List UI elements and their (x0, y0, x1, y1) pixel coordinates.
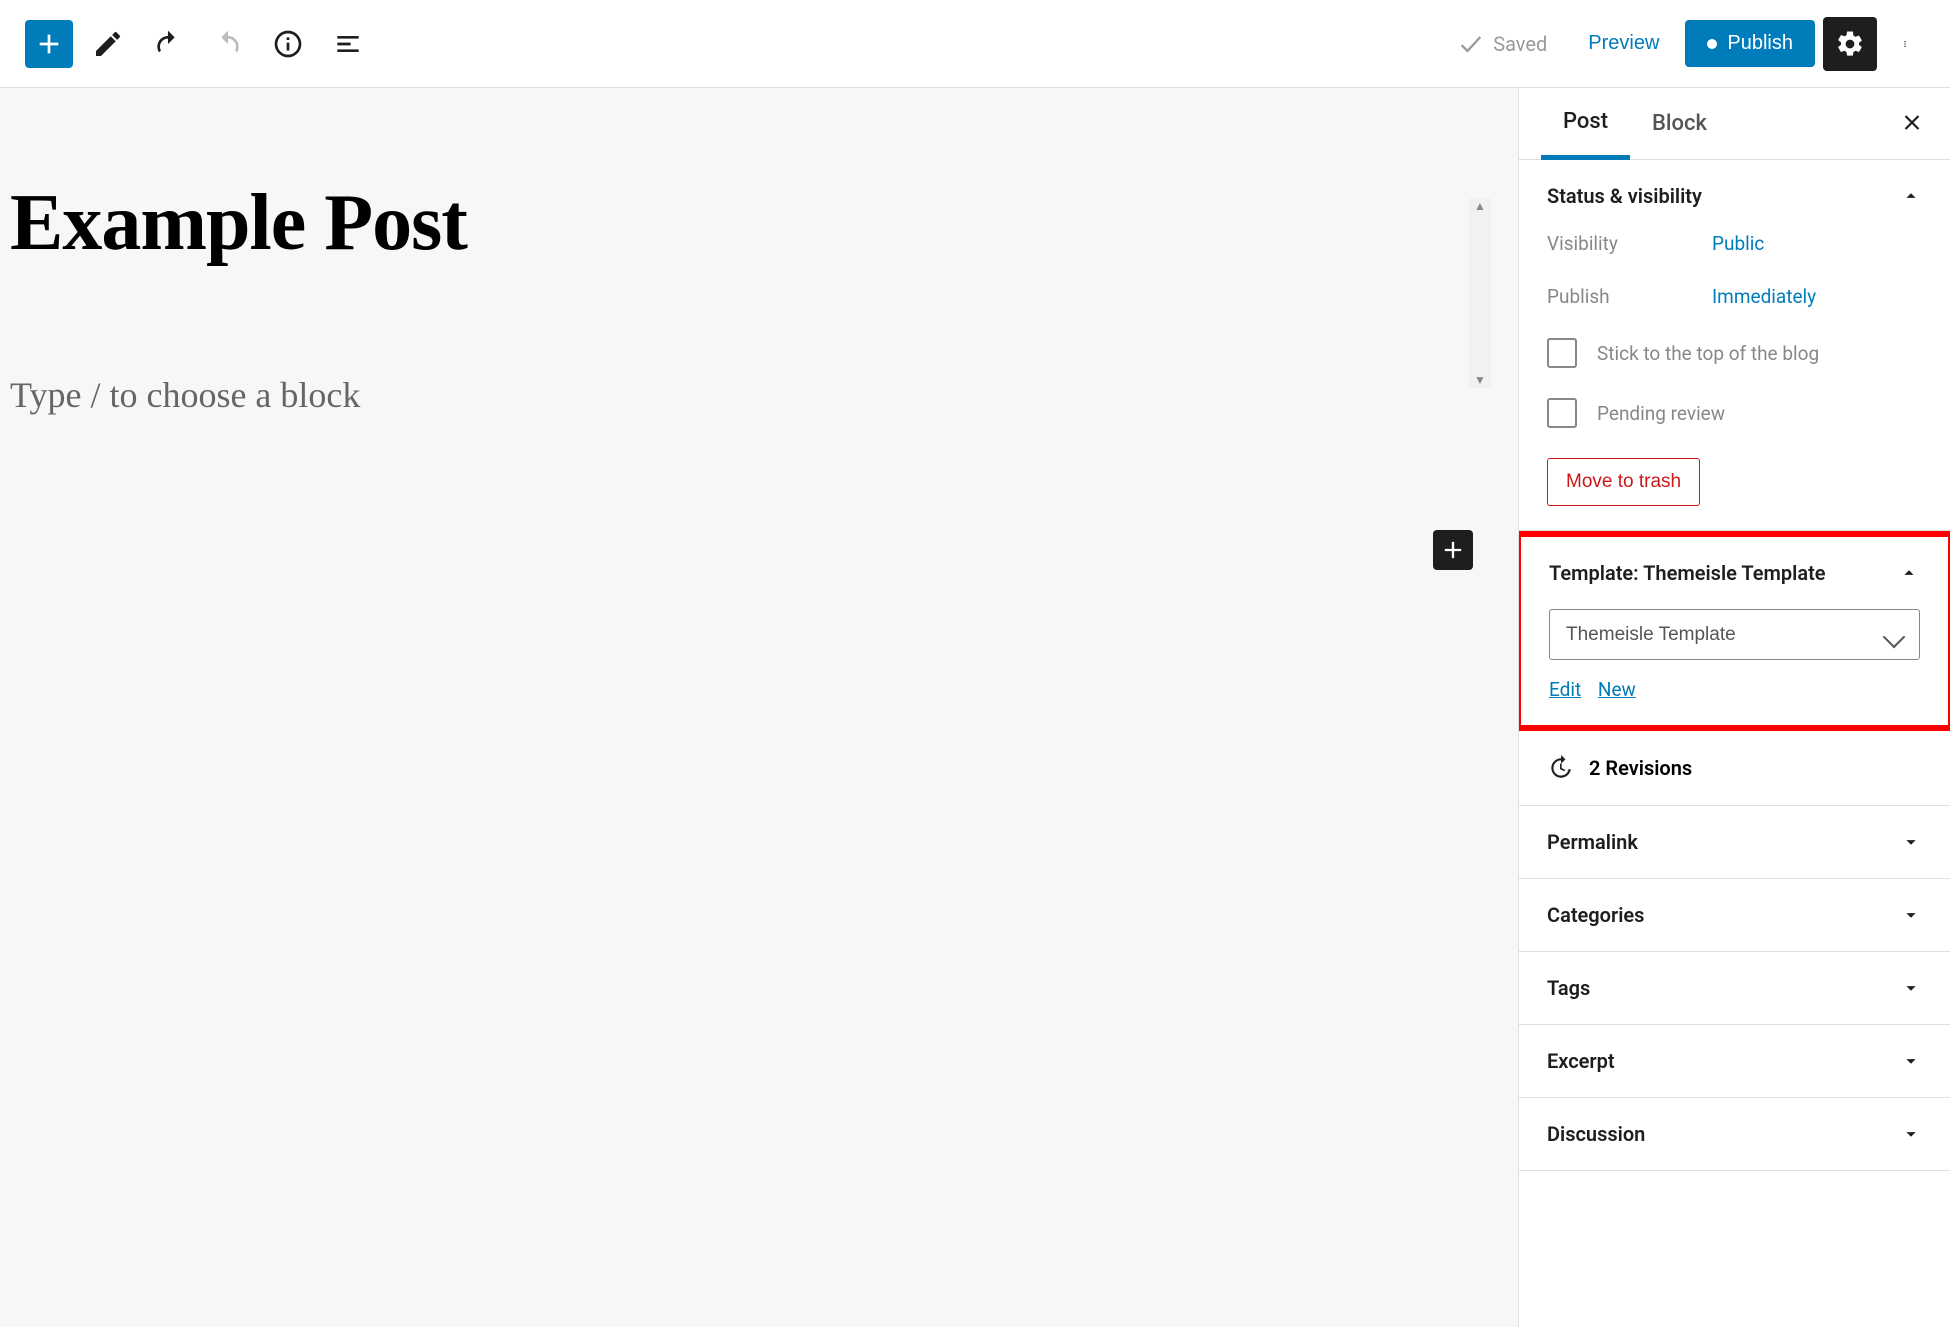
block-placeholder-text[interactable]: Type / to choose a block (10, 374, 360, 416)
panel-title: Template: Themeisle Template (1549, 561, 1826, 585)
chevron-down-icon (1900, 1050, 1922, 1072)
toolbar-right-group: Saved Preview Publish (1457, 17, 1925, 71)
publish-schedule-value[interactable]: Immediately (1712, 285, 1816, 308)
toolbar-left-group (25, 19, 373, 69)
panel-title: Status & visibility (1547, 184, 1702, 208)
pending-review-row: Pending review (1547, 398, 1922, 428)
saved-indicator: Saved (1457, 30, 1547, 58)
template-new-link[interactable]: New (1598, 678, 1636, 701)
history-icon (1547, 755, 1573, 781)
chevron-down-icon (1900, 831, 1922, 853)
preview-button[interactable]: Preview (1570, 22, 1677, 65)
panel-excerpt: Excerpt (1519, 1025, 1950, 1098)
block-placeholder-row: Type / to choose a block (0, 374, 1518, 416)
tab-post[interactable]: Post (1541, 89, 1630, 160)
panel-title: Tags (1547, 976, 1590, 1000)
pencil-icon (92, 28, 124, 60)
info-button[interactable] (263, 19, 313, 69)
template-links: Edit New (1549, 678, 1920, 701)
template-select-wrap: Themeisle Template (1549, 609, 1920, 678)
undo-icon (152, 28, 184, 60)
tab-block[interactable]: Block (1630, 88, 1729, 159)
publish-schedule-row: Publish Immediately (1547, 285, 1922, 308)
panel-categories: Categories (1519, 879, 1950, 952)
panel-title: Discussion (1547, 1122, 1645, 1146)
chevron-down-icon (1900, 904, 1922, 926)
settings-button[interactable] (1823, 17, 1877, 71)
panel-title: Categories (1547, 903, 1644, 927)
template-edit-link[interactable]: Edit (1549, 678, 1581, 701)
main-area: Example Post Type / to choose a block ▲ … (0, 88, 1950, 1327)
panel-header-permalink[interactable]: Permalink (1519, 806, 1950, 878)
panel-permalink: Permalink (1519, 806, 1950, 879)
panel-discussion: Discussion (1519, 1098, 1950, 1171)
panel-tags: Tags (1519, 952, 1950, 1025)
checkmark-icon (1457, 30, 1485, 58)
publish-schedule-label: Publish (1547, 285, 1712, 308)
info-icon (272, 28, 304, 60)
saved-label: Saved (1493, 32, 1547, 56)
editor-top-toolbar: Saved Preview Publish (0, 0, 1950, 88)
panel-title: Permalink (1547, 830, 1638, 854)
redo-icon (212, 28, 244, 60)
editor-canvas[interactable]: Example Post Type / to choose a block ▲ … (0, 88, 1518, 1327)
redo-button[interactable] (203, 19, 253, 69)
plus-icon (33, 28, 65, 60)
revisions-row[interactable]: 2 Revisions (1519, 731, 1950, 806)
pending-label: Pending review (1597, 402, 1725, 425)
chevron-down-icon (1900, 1123, 1922, 1145)
edit-mode-button[interactable] (83, 19, 133, 69)
scroll-up-arrow[interactable]: ▲ (1474, 198, 1486, 214)
add-block-button[interactable] (25, 20, 73, 68)
panel-header-status[interactable]: Status & visibility (1519, 160, 1950, 232)
publish-button[interactable]: Publish (1685, 20, 1815, 67)
panel-header-excerpt[interactable]: Excerpt (1519, 1025, 1950, 1097)
editor-scrollbar[interactable]: ▲ ▼ (1469, 198, 1491, 388)
more-options-button[interactable] (1885, 17, 1925, 71)
scroll-down-arrow[interactable]: ▼ (1474, 372, 1486, 388)
panel-header-discussion[interactable]: Discussion (1519, 1098, 1950, 1170)
pending-checkbox[interactable] (1547, 398, 1577, 428)
publish-label: Publish (1727, 32, 1793, 55)
settings-sidebar: Post Block Status & visibility Visibilit… (1518, 88, 1950, 1327)
outline-icon (332, 28, 364, 60)
stick-checkbox[interactable] (1547, 338, 1577, 368)
panel-title: Excerpt (1547, 1049, 1615, 1073)
gear-icon (1835, 29, 1865, 59)
panel-body-template: Themeisle Template Edit New (1521, 609, 1948, 725)
inline-add-block-button[interactable] (1433, 530, 1473, 570)
stick-to-top-row: Stick to the top of the blog (1547, 338, 1922, 368)
plus-icon (1439, 536, 1467, 564)
close-sidebar-button[interactable] (1899, 109, 1925, 138)
close-icon (1899, 109, 1925, 135)
post-title-input[interactable]: Example Post (10, 178, 1518, 269)
chevron-up-icon (1898, 562, 1920, 584)
panel-status-visibility: Status & visibility Visibility Public Pu… (1519, 160, 1950, 531)
move-to-trash-button[interactable]: Move to trash (1547, 458, 1700, 506)
panel-header-tags[interactable]: Tags (1519, 952, 1950, 1024)
sidebar-tab-row: Post Block (1519, 88, 1950, 160)
outline-button[interactable] (323, 19, 373, 69)
visibility-row: Visibility Public (1547, 232, 1922, 255)
panel-header-template[interactable]: Template: Themeisle Template (1521, 537, 1948, 609)
template-select[interactable]: Themeisle Template (1549, 609, 1920, 660)
panel-header-categories[interactable]: Categories (1519, 879, 1950, 951)
panel-body-status: Visibility Public Publish Immediately St… (1519, 232, 1950, 530)
chevron-up-icon (1900, 185, 1922, 207)
visibility-value[interactable]: Public (1712, 232, 1764, 255)
revisions-label: 2 Revisions (1589, 756, 1692, 780)
vertical-dots-icon (1901, 29, 1909, 59)
undo-button[interactable] (143, 19, 193, 69)
stick-label: Stick to the top of the blog (1597, 342, 1819, 365)
visibility-label: Visibility (1547, 232, 1712, 255)
panel-template: Template: Themeisle Template Themeisle T… (1518, 531, 1950, 731)
chevron-down-icon (1900, 977, 1922, 999)
